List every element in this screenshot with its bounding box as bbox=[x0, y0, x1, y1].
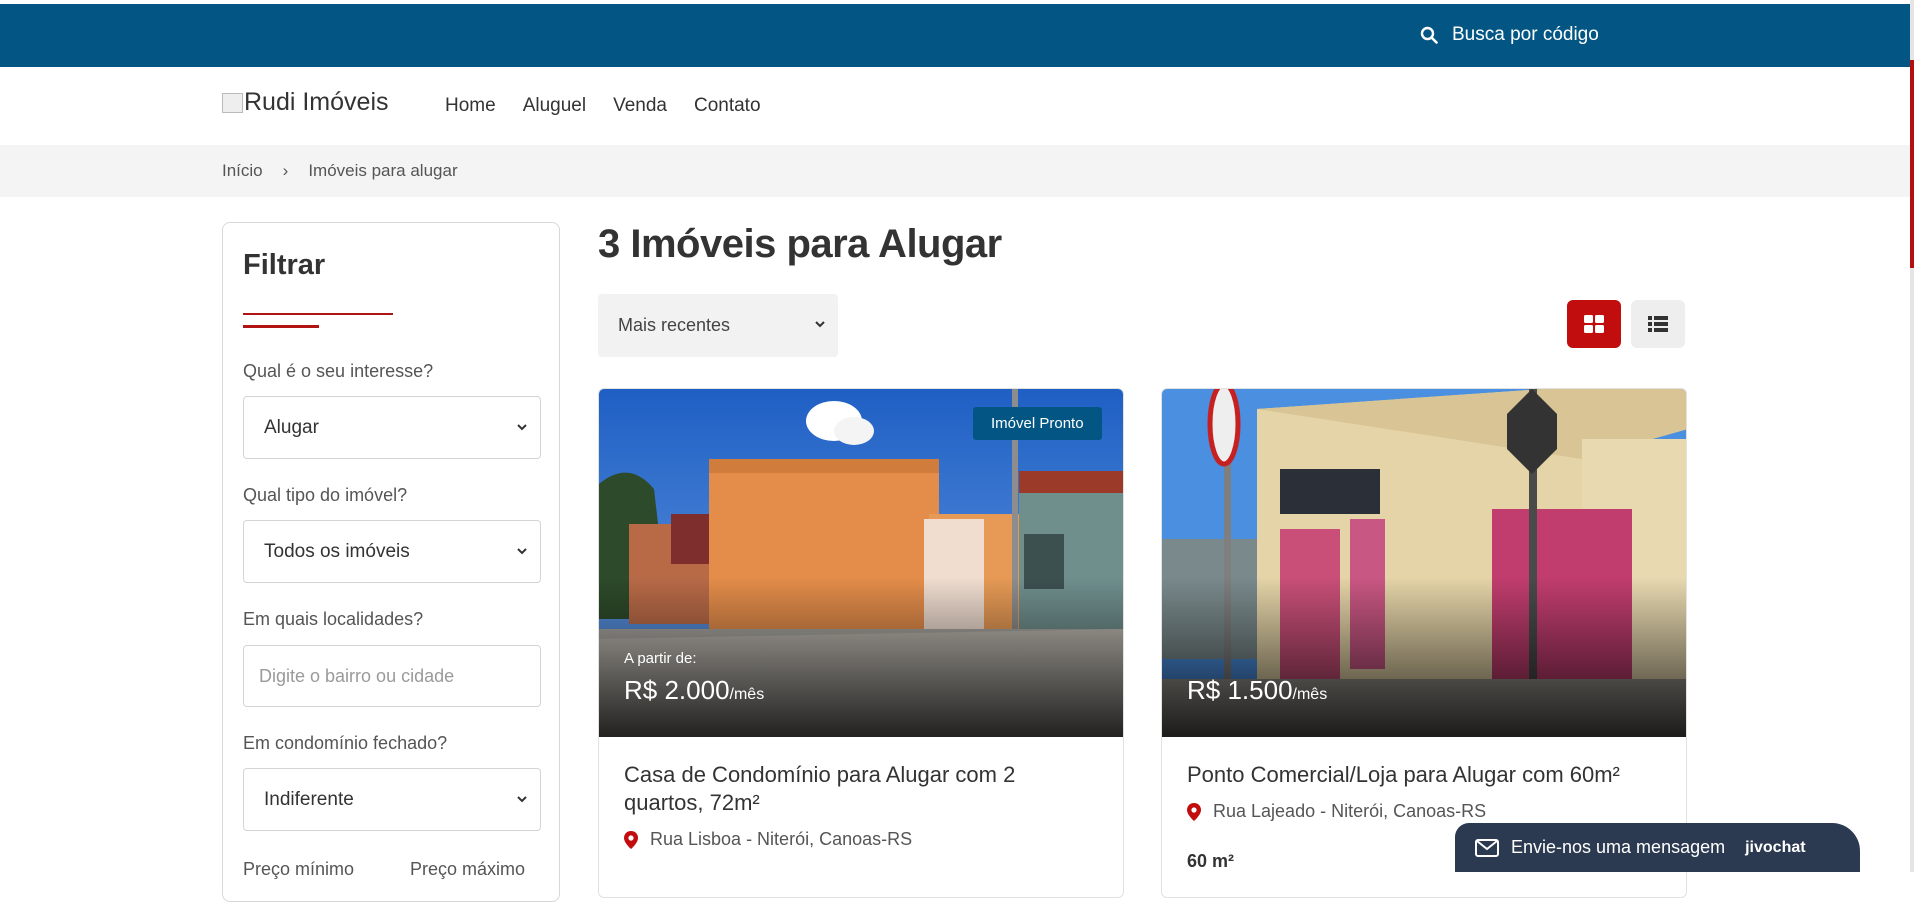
logo[interactable]: Rudi Imóveis bbox=[222, 88, 389, 117]
listing-location: Rua Lajeado - Niterói, Canoas-RS bbox=[1187, 801, 1486, 822]
map-pin-icon bbox=[624, 830, 638, 849]
logo-alt-text: Rudi Imóveis bbox=[244, 88, 389, 116]
breadcrumb: Início › Imóveis para alugar bbox=[0, 145, 1910, 197]
price-max-label: Preço máximo bbox=[410, 859, 526, 879]
interest-label: Qual é o seu interesse? bbox=[243, 361, 434, 381]
breadcrumb-separator: › bbox=[282, 161, 289, 180]
list-view-button[interactable] bbox=[1631, 300, 1685, 348]
page-title: 3 Imóveis para Alugar bbox=[598, 222, 1002, 266]
listing-title[interactable]: Ponto Comercial/Loja para Alugar com 60m… bbox=[1187, 761, 1657, 789]
type-label: Qual tipo do imóvel? bbox=[243, 485, 408, 505]
listing-photo[interactable]: R$ 1.500/mês bbox=[1162, 389, 1686, 737]
condo-label: Em condomínio fechado? bbox=[243, 733, 448, 753]
search-icon bbox=[1420, 26, 1438, 44]
search-by-code-label: Busca por código bbox=[1452, 24, 1599, 45]
chat-widget-button[interactable]: Envie-nos uma mensagem jivochat bbox=[1455, 823, 1860, 872]
condo-select[interactable]: Indiferente bbox=[243, 768, 541, 831]
breadcrumb-home[interactable]: Início bbox=[222, 161, 263, 181]
location-label: Em quais localidades? bbox=[243, 609, 424, 629]
price-value: R$ 1.500 bbox=[1187, 675, 1293, 705]
status-badge: Imóvel Pronto bbox=[973, 407, 1102, 440]
listing-photo[interactable]: Imóvel Pronto A partir de: R$ 2.000/mês bbox=[599, 389, 1123, 737]
price-from-label: A partir de: bbox=[624, 650, 697, 667]
top-bar: Busca por código bbox=[0, 4, 1910, 67]
price-period: /mês bbox=[729, 686, 765, 703]
interest-select[interactable]: Alugar bbox=[243, 396, 541, 459]
mail-icon bbox=[1475, 838, 1499, 857]
list-view-icon bbox=[1648, 316, 1668, 332]
nav-home[interactable]: Home bbox=[445, 95, 496, 117]
filter-title-accent bbox=[243, 325, 319, 328]
filter-title-rule bbox=[243, 313, 393, 315]
listing-price: R$ 2.000/mês bbox=[624, 675, 764, 706]
photo-gradient bbox=[1162, 577, 1686, 737]
interest-select-value: Alugar bbox=[264, 416, 319, 438]
location-input[interactable]: Digite o bairro ou cidade bbox=[243, 645, 541, 707]
sort-select[interactable]: Mais recentes bbox=[598, 294, 838, 357]
chevron-down-icon bbox=[517, 424, 527, 431]
location-text: Rua Lajeado - Niterói, Canoas-RS bbox=[1213, 801, 1487, 821]
listing-title[interactable]: Casa de Condomínio para Alugar com 2 qua… bbox=[624, 761, 1094, 817]
price-value: R$ 2.000 bbox=[624, 675, 730, 705]
nav-contato[interactable]: Contato bbox=[694, 95, 761, 117]
location-text: Rua Lisboa - Niterói, Canoas-RS bbox=[650, 829, 913, 849]
scrollbar-thumb[interactable] bbox=[1910, 60, 1914, 268]
property-type-select[interactable]: Todos os imóveis bbox=[243, 520, 541, 583]
filter-title: Filtrar bbox=[243, 249, 326, 281]
search-by-code-link[interactable]: Busca por código bbox=[1420, 24, 1599, 46]
chat-label: Envie-nos uma mensagem bbox=[1511, 837, 1726, 857]
grid-view-icon bbox=[1584, 315, 1604, 333]
page-scrollbar[interactable] bbox=[1910, 0, 1914, 872]
grid-view-button[interactable] bbox=[1567, 300, 1621, 348]
price-min-label: Preço mínimo bbox=[243, 859, 355, 879]
nav-venda[interactable]: Venda bbox=[613, 95, 667, 117]
filter-panel: Filtrar Qual é o seu interesse? Alugar Q… bbox=[222, 222, 560, 902]
listing-area: 60 m² bbox=[1187, 851, 1235, 871]
chat-brand: jivochat bbox=[1745, 838, 1806, 856]
chevron-down-icon bbox=[517, 548, 527, 555]
chevron-down-icon bbox=[815, 321, 825, 328]
listing-location: Rua Lisboa - Niterói, Canoas-RS bbox=[624, 829, 912, 850]
condo-select-value: Indiferente bbox=[264, 788, 354, 810]
map-pin-icon bbox=[1187, 802, 1201, 821]
listing-card[interactable]: R$ 1.500/mês Ponto Comercial/Loja para A… bbox=[1161, 388, 1687, 898]
chevron-down-icon bbox=[517, 796, 527, 803]
site-header: Rudi Imóveis Home Aluguel Venda Contato bbox=[0, 67, 1910, 145]
breadcrumb-current: Imóveis para alugar bbox=[308, 161, 458, 180]
nav-aluguel[interactable]: Aluguel bbox=[523, 95, 586, 117]
sort-value: Mais recentes bbox=[618, 315, 731, 335]
property-type-value: Todos os imóveis bbox=[264, 540, 410, 562]
main-nav: Home Aluguel Venda Contato bbox=[445, 95, 761, 117]
broken-image-icon bbox=[222, 93, 243, 113]
location-placeholder: Digite o bairro ou cidade bbox=[259, 665, 455, 686]
price-period: /mês bbox=[1292, 686, 1328, 703]
listing-price: R$ 1.500/mês bbox=[1187, 675, 1327, 706]
listing-card[interactable]: Imóvel Pronto A partir de: R$ 2.000/mês … bbox=[598, 388, 1124, 898]
